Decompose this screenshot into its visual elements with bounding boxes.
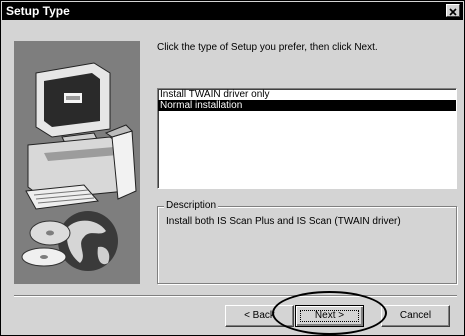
setup-type-listbox[interactable]: Install TWAIN driver only Normal install…	[157, 88, 457, 189]
description-group: Description Install both IS Scan Plus an…	[157, 200, 457, 284]
window-title: Setup Type	[6, 4, 70, 18]
setup-type-dialog: Setup Type Click the type of Setup you p…	[0, 0, 465, 336]
next-button-label: Next >	[314, 310, 345, 321]
close-icon	[449, 8, 457, 16]
title-bar: Setup Type	[2, 2, 463, 20]
cancel-button[interactable]: Cancel	[381, 305, 450, 327]
close-button[interactable]	[446, 4, 460, 17]
cancel-button-label: Cancel	[399, 310, 432, 321]
description-legend: Description	[164, 200, 219, 212]
option-install-twain-only[interactable]: Install TWAIN driver only	[158, 89, 456, 100]
button-separator	[14, 295, 457, 297]
description-text: Install both IS Scan Plus and IS Scan (T…	[166, 216, 401, 227]
instruction-text: Click the type of Setup you prefer, then…	[157, 42, 378, 53]
option-normal-installation[interactable]: Normal installation	[158, 100, 456, 111]
next-button[interactable]: Next >	[295, 305, 364, 327]
back-button-label: < Back	[244, 310, 275, 321]
setup-illustration	[14, 41, 140, 284]
back-button[interactable]: < Back	[225, 305, 294, 327]
